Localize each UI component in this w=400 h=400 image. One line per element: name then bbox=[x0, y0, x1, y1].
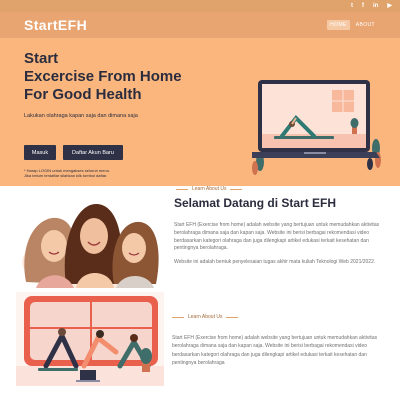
welcome-paragraph-2: Website ini adalah bentuk penyelesaian t… bbox=[174, 259, 376, 265]
label-divider bbox=[176, 188, 188, 190]
label-divider bbox=[230, 188, 243, 190]
hero-note: * Harap LOGIN untuk mengakses seluruh me… bbox=[24, 168, 110, 178]
instagram-icon[interactable]: in bbox=[373, 2, 378, 10]
laptop-yoga-illustration bbox=[252, 80, 381, 175]
nav-home[interactable]: HOME bbox=[327, 20, 350, 30]
logo-brand: EFH bbox=[57, 17, 88, 33]
hero-title-line: For Good Health bbox=[24, 86, 142, 103]
site-logo[interactable]: StartEFH bbox=[24, 17, 87, 33]
hero-subtitle: Lakukan olahraga kapan saja dan dimana s… bbox=[24, 113, 138, 119]
logo-text: tart bbox=[33, 17, 58, 33]
friends-illustration bbox=[22, 204, 159, 288]
navbar: StartEFH HOME ABOUT bbox=[0, 12, 400, 38]
section-label-text: Learn About Us bbox=[188, 314, 223, 320]
login-button[interactable]: Masuk bbox=[24, 145, 56, 160]
nav-about[interactable]: ABOUT bbox=[353, 20, 378, 30]
logo-first-letter: S bbox=[24, 17, 34, 33]
welcome-title: Selamat Datang di Start EFH bbox=[174, 196, 337, 210]
home-exercise-illustration bbox=[16, 292, 164, 386]
welcome-paragraph: Start EFH (Exercise from home) adalah we… bbox=[174, 222, 380, 252]
top-social-bar: t f in ▶ bbox=[0, 0, 400, 12]
hero-note-line: Jika belum terdaftar silahkan klik tombo… bbox=[24, 173, 108, 178]
youtube-icon[interactable]: ▶ bbox=[387, 2, 392, 10]
about-paragraph: Start EFH (Exercise from home) adalah we… bbox=[172, 335, 378, 367]
section-label-text: Learn About Us bbox=[192, 186, 227, 192]
register-button[interactable]: Daftar Akun Baru bbox=[63, 145, 123, 160]
hero-title-line: Start bbox=[24, 50, 59, 67]
facebook-icon[interactable]: f bbox=[362, 2, 364, 10]
twitter-icon[interactable]: t bbox=[351, 2, 353, 10]
section-label: Learn About Us bbox=[176, 186, 243, 192]
section-label-2: Learn About Us bbox=[172, 314, 239, 320]
hero-section: Start Excercise From Home For Good Healt… bbox=[0, 38, 400, 186]
label-divider bbox=[172, 316, 184, 318]
label-divider bbox=[226, 316, 239, 318]
hero-title: Start Excercise From Home For Good Healt… bbox=[24, 50, 182, 104]
nav-menu: HOME ABOUT bbox=[327, 20, 378, 30]
social-links: t f in ▶ bbox=[351, 2, 392, 10]
hero-title-line: Excercise From Home bbox=[24, 68, 182, 85]
